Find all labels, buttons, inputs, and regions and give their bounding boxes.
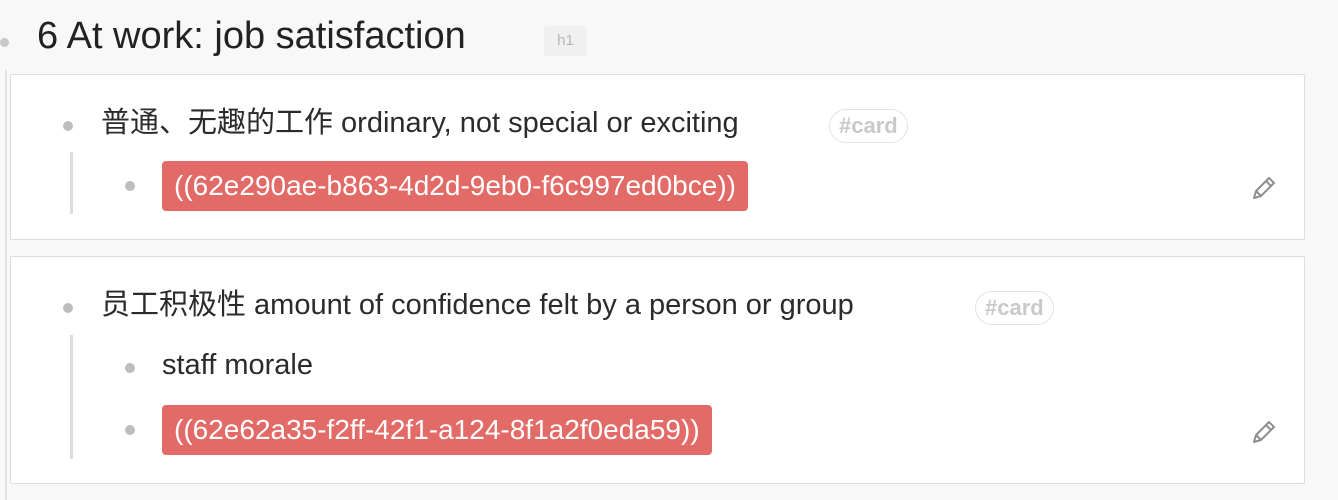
card-title[interactable]: 普通、无趣的工作 ordinary, not special or exciti… — [101, 103, 739, 143]
pencil-icon[interactable] — [1250, 418, 1278, 446]
page-heading: 6 At work: job satisfaction — [37, 15, 466, 57]
block-reference[interactable]: ((62e290ae-b863-4d2d-9eb0-f6c997ed0bce)) — [162, 161, 748, 211]
bullet-icon[interactable] — [63, 121, 73, 131]
card-tag[interactable]: #card — [975, 291, 1054, 325]
pencil-icon[interactable] — [1250, 174, 1278, 202]
heading-bullet-icon[interactable] — [0, 38, 9, 47]
flashcard-block-1[interactable]: 普通、无趣的工作 ordinary, not special or exciti… — [10, 74, 1305, 240]
card-title[interactable]: 员工积极性 amount of confidence felt by a per… — [101, 285, 854, 325]
card-tag[interactable]: #card — [829, 109, 908, 143]
bullet-icon[interactable] — [125, 425, 135, 435]
child-guide-line — [70, 152, 73, 214]
bullet-icon[interactable] — [125, 363, 135, 373]
bullet-icon[interactable] — [63, 303, 73, 313]
heading-level-badge: h1 — [544, 26, 587, 56]
block-reference[interactable]: ((62e62a35-f2ff-42f1-a124-8f1a2f0eda59)) — [162, 405, 712, 455]
child-guide-line — [70, 335, 73, 459]
bullet-icon[interactable] — [125, 181, 135, 191]
flashcard-block-2[interactable]: 员工积极性 amount of confidence felt by a per… — [10, 256, 1305, 484]
child-text[interactable]: staff morale — [162, 345, 313, 385]
left-guide-line — [5, 70, 7, 500]
